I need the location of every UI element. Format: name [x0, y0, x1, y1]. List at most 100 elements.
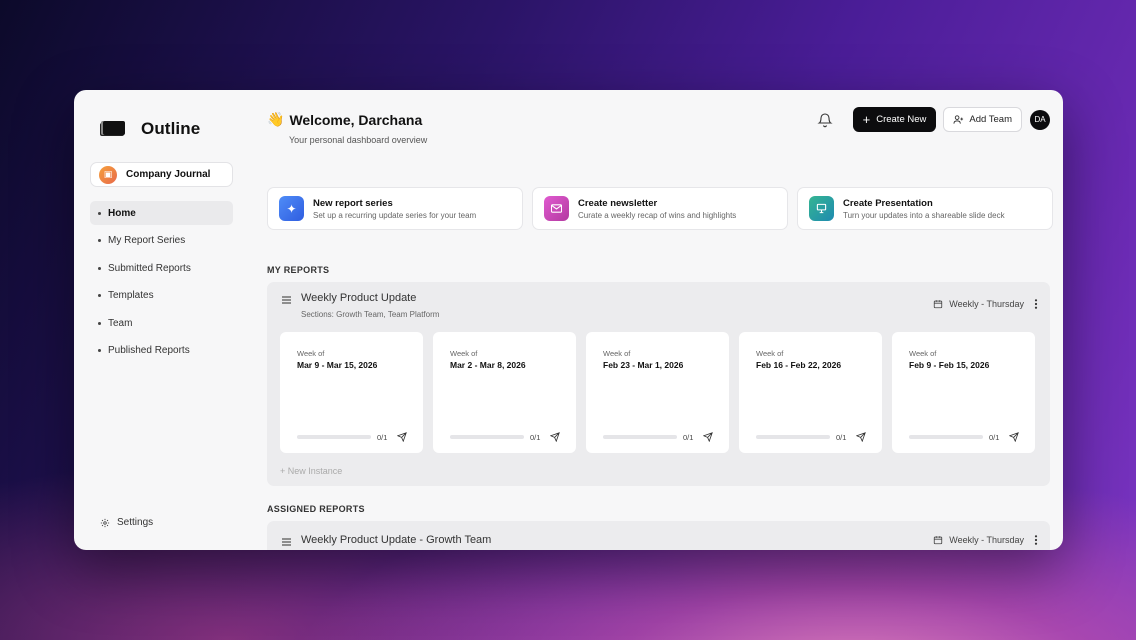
more-vertical-icon[interactable] — [1034, 299, 1038, 309]
brand[interactable]: Outline — [100, 119, 249, 139]
quick-action-create-presentation[interactable]: Create Presentation Turn your updates int… — [797, 187, 1053, 230]
week-card[interactable]: Week of Feb 23 - Mar 1, 2026 0/1 — [586, 332, 729, 453]
week-card[interactable]: Week of Feb 9 - Feb 15, 2026 0/1 — [892, 332, 1035, 453]
week-label: Week of — [450, 349, 478, 358]
mail-icon — [544, 196, 569, 221]
week-card[interactable]: Week of Mar 9 - Mar 15, 2026 0/1 — [280, 332, 423, 453]
submission-count: 0/1 — [530, 432, 541, 442]
schedule-label: Weekly - Thursday — [949, 299, 1024, 309]
drag-handle-icon[interactable] — [282, 296, 291, 304]
series-header: Weekly Product Update Sections: Growth T… — [267, 282, 1050, 322]
series-sections: Sections: Growth Team, Team Platform — [301, 310, 440, 319]
quick-action-title: Create newsletter — [578, 197, 658, 209]
report-series-card: Weekly Product Update Sections: Growth T… — [267, 282, 1050, 486]
settings-label: Settings — [117, 517, 154, 528]
workspace-switcher[interactable]: ▣ Company Journal — [90, 162, 233, 187]
send-icon[interactable] — [397, 432, 408, 442]
progress-row: 0/1 — [603, 432, 714, 442]
progress-bar — [297, 435, 371, 439]
drag-handle-icon[interactable] — [282, 538, 291, 546]
bullet-icon — [98, 321, 101, 325]
week-label: Week of — [909, 349, 937, 358]
add-user-icon — [953, 115, 964, 124]
week-card[interactable]: Week of Mar 2 - Mar 8, 2026 0/1 — [433, 332, 576, 453]
assigned-reports-heading: ASSIGNED REPORTS — [267, 504, 365, 514]
workspace-name: Company Journal — [126, 169, 211, 180]
sidebar-nav: Home My Report Series Submitted Reports … — [90, 201, 249, 363]
progress-row: 0/1 — [297, 432, 408, 442]
create-new-label: Create New — [876, 114, 927, 125]
plus-icon: + — [862, 112, 871, 127]
week-range: Feb 23 - Mar 1, 2026 — [603, 360, 684, 370]
sidebar-item-published-reports[interactable]: Published Reports — [90, 339, 233, 363]
user-avatar[interactable]: DA — [1030, 109, 1050, 130]
quick-action-desc: Curate a weekly recap of wins and highli… — [578, 210, 737, 220]
add-team-button[interactable]: Add Team — [943, 107, 1022, 132]
sidebar-item-label: My Report Series — [108, 235, 186, 246]
app-window: Outline ▣ Company Journal Home My Report… — [74, 90, 1063, 550]
wave-emoji-icon: 👋 — [267, 111, 285, 127]
week-label: Week of — [297, 349, 325, 358]
brand-logo-icon — [100, 120, 126, 138]
send-icon[interactable] — [856, 432, 867, 442]
sidebar-item-templates[interactable]: Templates — [90, 284, 233, 308]
quick-action-desc: Turn your updates into a shareable slide… — [843, 210, 1005, 220]
series-schedule: Weekly - Thursday — [933, 535, 1038, 545]
sidebar-item-label: Home — [108, 207, 136, 219]
sidebar-item-home[interactable]: Home — [90, 201, 233, 225]
series-title[interactable]: Weekly Product Update — [301, 292, 439, 304]
plus-sparkle-icon: ✦ — [279, 196, 304, 221]
quick-action-desc: Set up a recurring update series for you… — [313, 210, 477, 220]
submission-count: 0/1 — [836, 432, 847, 442]
quick-action-create-newsletter[interactable]: Create newsletter Curate a weekly recap o… — [532, 187, 788, 230]
progress-bar — [450, 435, 524, 439]
send-icon[interactable] — [1009, 432, 1020, 442]
calendar-icon — [934, 300, 943, 309]
week-range: Feb 16 - Feb 22, 2026 — [756, 360, 842, 370]
week-range: Feb 9 - Feb 15, 2026 — [909, 360, 990, 370]
submission-count: 0/1 — [989, 432, 1000, 442]
week-range: Mar 9 - Mar 15, 2026 — [297, 360, 378, 370]
bullet-icon — [98, 211, 101, 215]
week-card[interactable]: Week of Feb 16 - Feb 22, 2026 0/1 — [739, 332, 882, 453]
send-icon[interactable] — [703, 432, 714, 442]
week-instances: Week of Mar 9 - Mar 15, 2026 0/1 Week of… — [267, 332, 1050, 453]
more-vertical-icon[interactable] — [1034, 535, 1038, 545]
week-label: Week of — [756, 349, 784, 358]
submission-count: 0/1 — [683, 432, 694, 442]
bell-icon[interactable] — [817, 112, 833, 128]
brand-name: Outline — [141, 119, 201, 138]
gear-icon — [100, 518, 110, 527]
sidebar-item-my-report-series[interactable]: My Report Series — [90, 229, 233, 253]
create-new-button[interactable]: + Create New — [852, 107, 937, 132]
quick-action-title: New report series — [313, 197, 393, 209]
series-header: Weekly Product Update - Growth Team Week… — [267, 521, 1050, 550]
bullet-icon — [98, 349, 101, 352]
bullet-icon — [98, 294, 101, 297]
sidebar-item-team[interactable]: Team — [90, 311, 233, 335]
quick-action-title: Create Presentation — [843, 197, 933, 209]
my-reports-heading: MY REPORTS — [267, 265, 330, 275]
schedule-label: Weekly - Thursday — [949, 535, 1024, 545]
progress-bar — [909, 435, 983, 439]
series-title[interactable]: Weekly Product Update - Growth Team — [301, 534, 491, 546]
sidebar: Outline ▣ Company Journal Home My Report… — [74, 90, 249, 550]
sidebar-item-label: Templates — [108, 290, 154, 301]
progress-row: 0/1 — [756, 432, 867, 442]
sidebar-item-submitted-reports[interactable]: Submitted Reports — [90, 256, 233, 280]
calendar-icon — [934, 536, 943, 545]
new-instance-button[interactable]: + New Instance — [267, 453, 1050, 486]
sidebar-item-label: Team — [108, 317, 133, 329]
quick-action-new-report-series[interactable]: ✦ New report series Set up a recurring up… — [267, 187, 523, 230]
settings-link[interactable]: Settings — [100, 517, 153, 528]
page-title: Welcome, Darchana — [289, 111, 423, 128]
send-icon[interactable] — [550, 432, 561, 442]
progress-row: 0/1 — [450, 432, 561, 442]
series-schedule: Weekly - Thursday — [933, 299, 1038, 309]
sidebar-item-label: Published Reports — [108, 345, 190, 356]
submission-count: 0/1 — [377, 432, 388, 442]
progress-bar — [603, 435, 677, 439]
welcome-heading: 👋 Welcome, Darchana — [267, 111, 422, 128]
presentation-icon — [809, 196, 834, 221]
week-range: Mar 2 - Mar 8, 2026 — [450, 360, 526, 370]
